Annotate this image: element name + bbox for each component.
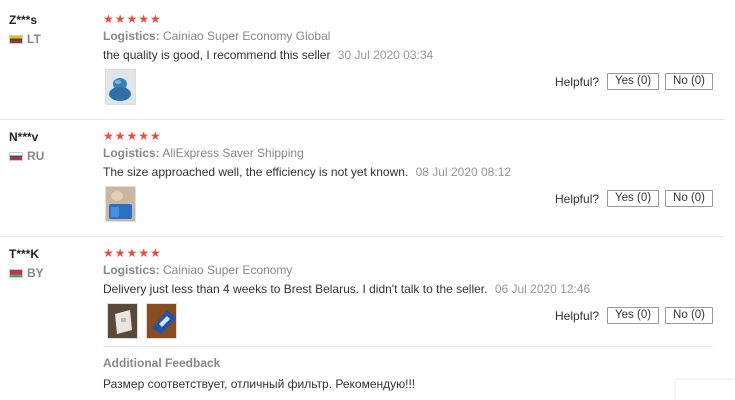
helpful-yes-button[interactable]: Yes (0) (607, 73, 660, 90)
country-code: BY (27, 266, 44, 280)
logistics-method: Cainiao Super Economy Global (163, 29, 331, 43)
helpful-voting: Helpful? Yes (0) No (0) (555, 307, 713, 324)
reviewer-name: T***K (9, 247, 40, 261)
flag-ru-icon (9, 151, 23, 161)
logistics-info: Logistics: AliExpress Saver Shipping (103, 146, 304, 160)
review-comment: the quality is good, I recommend this se… (103, 48, 433, 62)
star-rating: ★★★★★ (103, 12, 162, 26)
star-rating: ★★★★★ (103, 129, 162, 143)
helpful-no-button[interactable]: No (0) (665, 190, 713, 207)
review-comment: Delivery just less than 4 weeks to Brest… (103, 282, 590, 296)
helpful-no-button[interactable]: No (0) (665, 73, 713, 90)
review-date: 30 Jul 2020 03:34 (337, 48, 434, 62)
reviewer-country: RU (9, 149, 44, 163)
helpful-voting: Helpful? Yes (0) No (0) (555, 190, 713, 207)
review-divider (0, 236, 725, 237)
helpful-yes-button[interactable]: Yes (0) (607, 307, 660, 324)
helpful-label: Helpful? (555, 191, 600, 206)
logistics-method: AliExpress Saver Shipping (162, 146, 304, 160)
additional-feedback-text: Размер соответствует, отличный фильтр. Р… (103, 377, 416, 391)
logistics-label: Logistics: (103, 146, 160, 160)
flag-lt-icon (9, 34, 23, 44)
country-code: LT (27, 32, 41, 46)
review-text: The size approached well, the efficiency… (103, 165, 409, 179)
review-text: the quality is good, I recommend this se… (103, 48, 331, 62)
logistics-method: Cainiao Super Economy (163, 263, 293, 277)
country-code: RU (27, 149, 45, 163)
review-date: 08 Jul 2020 08:12 (415, 165, 512, 179)
logistics-info: Logistics: Cainiao Super Economy Global (103, 29, 330, 43)
additional-feedback-divider (103, 346, 713, 347)
review-photo[interactable] (105, 186, 136, 222)
additional-feedback-title: Additional Feedback (103, 356, 221, 370)
review-divider (0, 119, 725, 120)
helpful-no-button[interactable]: No (0) (665, 307, 713, 324)
review-photo-image (106, 187, 135, 221)
logistics-label: Logistics: (103, 263, 160, 277)
review-photo-image (108, 304, 137, 338)
review-photo[interactable] (146, 303, 177, 339)
review-text: Delivery just less than 4 weeks to Brest… (103, 282, 488, 296)
review-comment: The size approached well, the efficiency… (103, 165, 511, 179)
logistics-info: Logistics: Cainiao Super Economy (103, 263, 292, 277)
helpful-voting: Helpful? Yes (0) No (0) (555, 73, 713, 90)
reviewer-country: LT (9, 32, 41, 46)
review-photo-image (147, 304, 176, 338)
logistics-label: Logistics: (103, 29, 160, 43)
helpful-label: Helpful? (555, 74, 600, 89)
review-date: 06 Jul 2020 12:46 (494, 282, 591, 296)
helpful-label: Helpful? (555, 308, 600, 323)
reviewer-name: N***v (9, 130, 39, 144)
floating-panel-edge (676, 380, 735, 400)
review-photo-image (106, 70, 135, 104)
reviewer-name: Z***s (9, 13, 38, 27)
review-photo[interactable] (107, 303, 138, 339)
flag-by-icon (9, 268, 23, 278)
helpful-yes-button[interactable]: Yes (0) (607, 190, 660, 207)
star-rating: ★★★★★ (103, 246, 162, 260)
review-photo[interactable] (105, 69, 136, 105)
reviewer-country: BY (9, 266, 44, 280)
